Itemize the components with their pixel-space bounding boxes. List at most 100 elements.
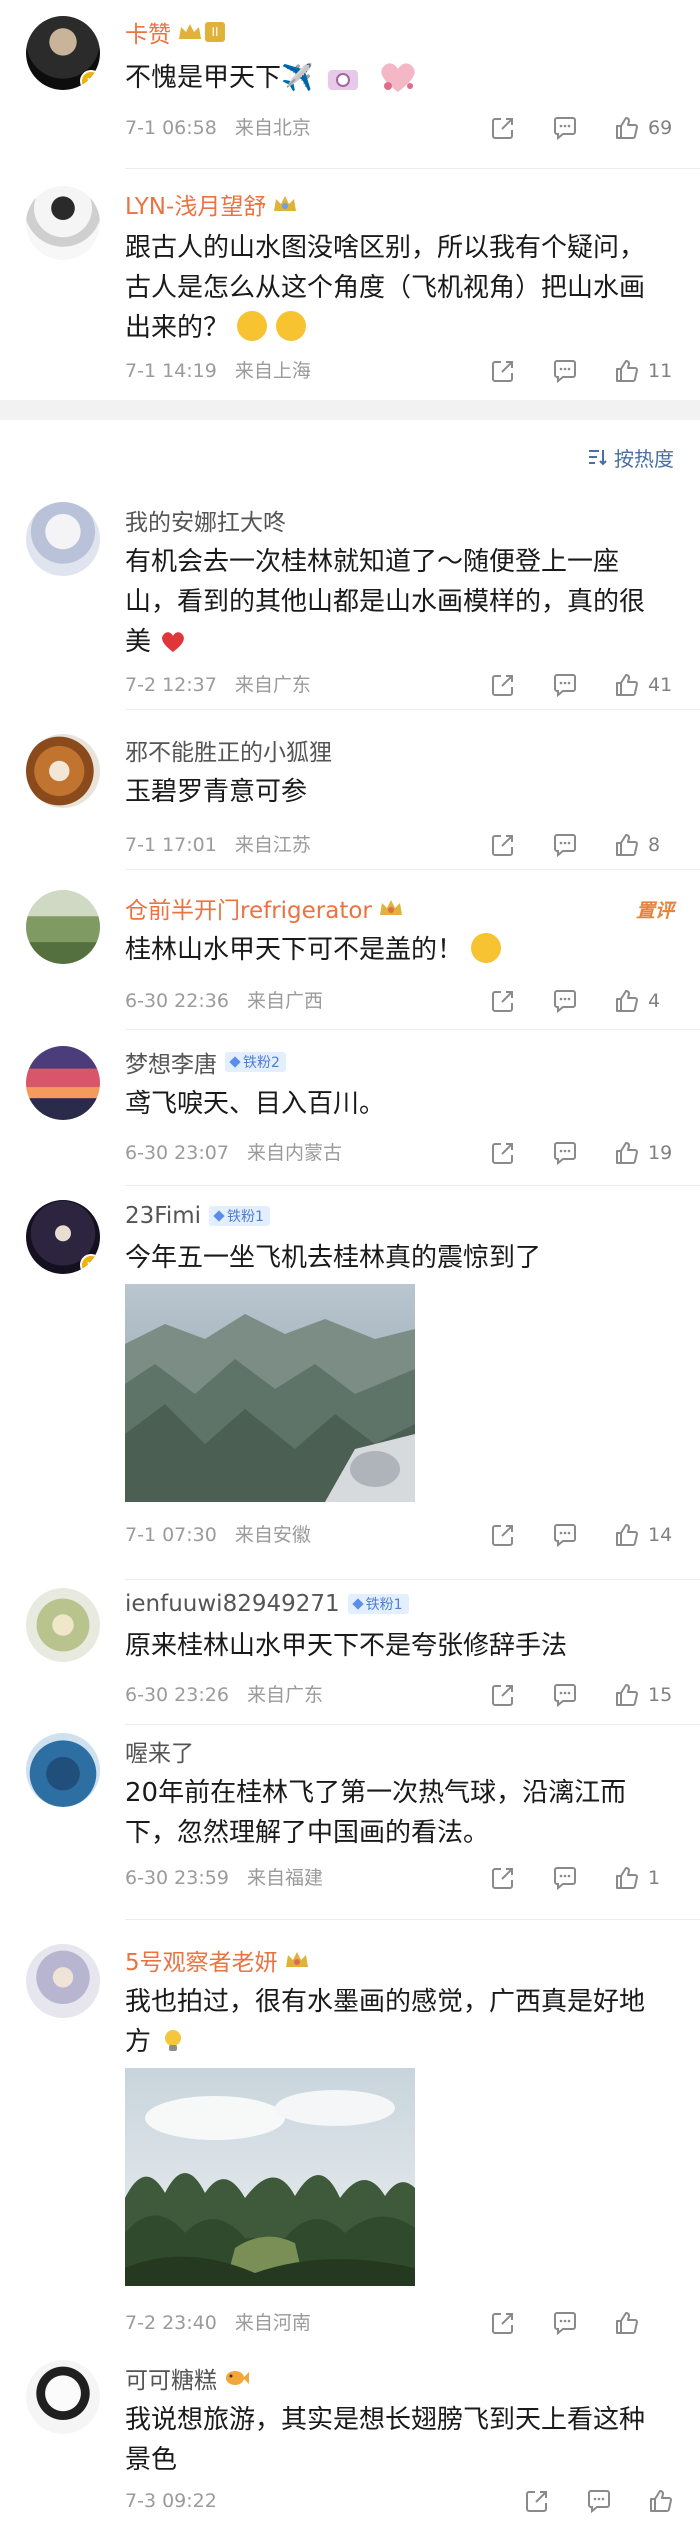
comment-text: 玉碧罗青意可参 — [125, 772, 665, 812]
divider — [125, 168, 700, 169]
username[interactable]: 5号观察者老妍 — [125, 1943, 278, 1977]
share-button[interactable] — [490, 358, 516, 384]
reply-button[interactable] — [552, 988, 578, 1014]
share-button[interactable] — [490, 1682, 516, 1708]
share-button[interactable] — [490, 988, 516, 1014]
attached-photo[interactable] — [125, 2068, 415, 2286]
reply-button[interactable] — [552, 2310, 578, 2336]
username[interactable]: LYN-浅月望舒 — [125, 187, 266, 221]
share-button[interactable] — [490, 1865, 516, 1891]
comment-icon — [588, 2490, 610, 2514]
share-button[interactable] — [490, 832, 516, 858]
avatar[interactable] — [26, 1046, 100, 1120]
share-button[interactable] — [490, 672, 516, 698]
like-button[interactable]: 14 — [614, 1522, 674, 1548]
like-button[interactable]: 69 — [614, 115, 674, 141]
reply-button[interactable] — [552, 832, 578, 858]
like-count: 69 — [648, 117, 673, 139]
username[interactable]: 邪不能胜正的小狐狸 — [125, 733, 332, 767]
name-row: ienfuuwi82949271 铁粉1 — [125, 1588, 409, 1620]
reply-button[interactable] — [552, 1522, 578, 1548]
like-button[interactable]: 19 — [614, 1140, 674, 1166]
attached-photo[interactable] — [125, 1284, 415, 1502]
name-row: 5号观察者老妍 — [125, 1944, 310, 1976]
sort-by-hot-button[interactable]: 按热度 — [586, 442, 674, 472]
reply-button[interactable] — [552, 358, 578, 384]
diamond-icon — [213, 1210, 225, 1222]
divider — [125, 1185, 700, 1186]
reply-button[interactable] — [552, 115, 578, 141]
comment-meta: 6-30 23:07 来自内蒙古 — [125, 1138, 342, 1168]
avatar[interactable]: v — [26, 1200, 100, 1274]
username[interactable]: 卡赞 — [125, 15, 171, 49]
confused-emoji-icon — [237, 311, 268, 341]
comment-time: 7-1 07:30 — [125, 1524, 217, 1546]
username[interactable]: 23Fimi — [125, 1203, 201, 1229]
share-button[interactable] — [490, 115, 516, 141]
like-button[interactable] — [648, 2488, 674, 2514]
like-button[interactable]: 41 — [614, 672, 674, 698]
comment-item: 可可糖糕 我说想旅游，其实是想长翅膀飞到天上看这种景色 7-3 09:22 — [0, 2340, 700, 2526]
comment-location: 来自广西 — [246, 990, 323, 1012]
comment-text-body: 有机会去一次桂林就知道了～随便登上一座山，看到的其他山都是山水画模样的，真的很美 — [125, 547, 646, 657]
comment-time: 6-30 23:59 — [125, 1867, 229, 1889]
reply-button[interactable] — [552, 1682, 578, 1708]
username[interactable]: 可可糖糕 — [125, 2361, 217, 2395]
comment-actions: 1 — [490, 1863, 674, 1893]
comment-icon — [554, 117, 576, 141]
comment-text-body: 不愧是甲天下✈️ — [125, 63, 314, 93]
share-button[interactable] — [524, 2488, 550, 2514]
like-button[interactable] — [614, 2310, 674, 2336]
comment-meta: 7-2 23:40 来自河南 — [125, 2308, 311, 2338]
name-row: 仓前半开门refrigerator — [125, 892, 404, 924]
fan-badge-label: 铁粉2 — [243, 1055, 280, 1071]
share-button[interactable] — [490, 2310, 516, 2336]
username[interactable]: 我的安娜扛大咚 — [125, 503, 286, 537]
comment-item: 喔来了 20年前在桂林飞了第一次热气球，沿漓江而下，忽然理解了中国画的看法。 6… — [0, 1725, 700, 1920]
sort-icon — [589, 450, 607, 466]
avatar[interactable] — [26, 1733, 100, 1807]
share-button[interactable] — [490, 1140, 516, 1166]
like-count: 41 — [648, 674, 673, 696]
avatar[interactable] — [26, 890, 100, 964]
comment-actions: 11 — [490, 356, 674, 386]
like-button[interactable]: 8 — [614, 832, 674, 858]
avatar[interactable] — [26, 1944, 100, 2018]
username[interactable]: 喔来了 — [125, 1734, 194, 1768]
comment-meta: 7-1 07:30 来自安徽 — [125, 1520, 311, 1550]
comment-item: 梦想李唐 铁粉2 鸢飞唳天、目入百川。 6-30 23:07 来自内蒙古 19 — [0, 1030, 700, 1190]
username[interactable]: 仓前半开门refrigerator — [125, 891, 372, 925]
avatar[interactable] — [26, 2360, 100, 2434]
name-row: 梦想李唐 铁粉2 — [125, 1046, 286, 1078]
comment-item: 我的安娜扛大咚 有机会去一次桂林就知道了～随便登上一座山，看到的其他山都是山水画… — [0, 490, 700, 710]
thumbs-up-icon — [616, 360, 638, 382]
name-row: 可可糖糕 — [125, 2362, 249, 2394]
comment-time: 7-1 14:19 — [125, 360, 217, 382]
comment-location: 来自上海 — [234, 360, 311, 382]
thumbs-up-icon — [616, 674, 638, 696]
username[interactable]: 梦想李唐 — [125, 1045, 217, 1079]
like-button[interactable]: 15 — [614, 1682, 674, 1708]
like-button[interactable]: 1 — [614, 1865, 674, 1891]
avatar[interactable] — [26, 186, 100, 260]
reply-button[interactable] — [552, 1865, 578, 1891]
avatar[interactable] — [26, 734, 100, 808]
comment-text: 跟古人的山水图没啥区别，所以我有个疑问，古人是怎么从这个角度（飞机视角）把山水画… — [125, 228, 665, 348]
comment-icon — [554, 834, 576, 858]
username[interactable]: ienfuuwi82949271 — [125, 1591, 340, 1617]
reply-button[interactable] — [552, 1140, 578, 1166]
comment-icon — [554, 1684, 576, 1708]
like-button[interactable]: 11 — [614, 358, 674, 384]
reply-button[interactable] — [552, 672, 578, 698]
comment-location: 来自河南 — [234, 2312, 311, 2334]
diamond-icon — [351, 1598, 364, 1610]
avatar[interactable] — [26, 1588, 100, 1662]
reply-button[interactable] — [586, 2488, 612, 2514]
comment-text: 20年前在桂林飞了第一次热气球，沿漓江而下，忽然理解了中国画的看法。 — [125, 1773, 665, 1853]
avatar[interactable]: v — [26, 16, 100, 90]
share-button[interactable] — [490, 1522, 516, 1548]
like-button[interactable]: 4 — [614, 988, 674, 1014]
crown-icon — [379, 900, 402, 915]
avatar[interactable] — [26, 502, 100, 576]
comment-text: 有机会去一次桂林就知道了～随便登上一座山，看到的其他山都是山水画模样的，真的很美 — [125, 542, 665, 662]
